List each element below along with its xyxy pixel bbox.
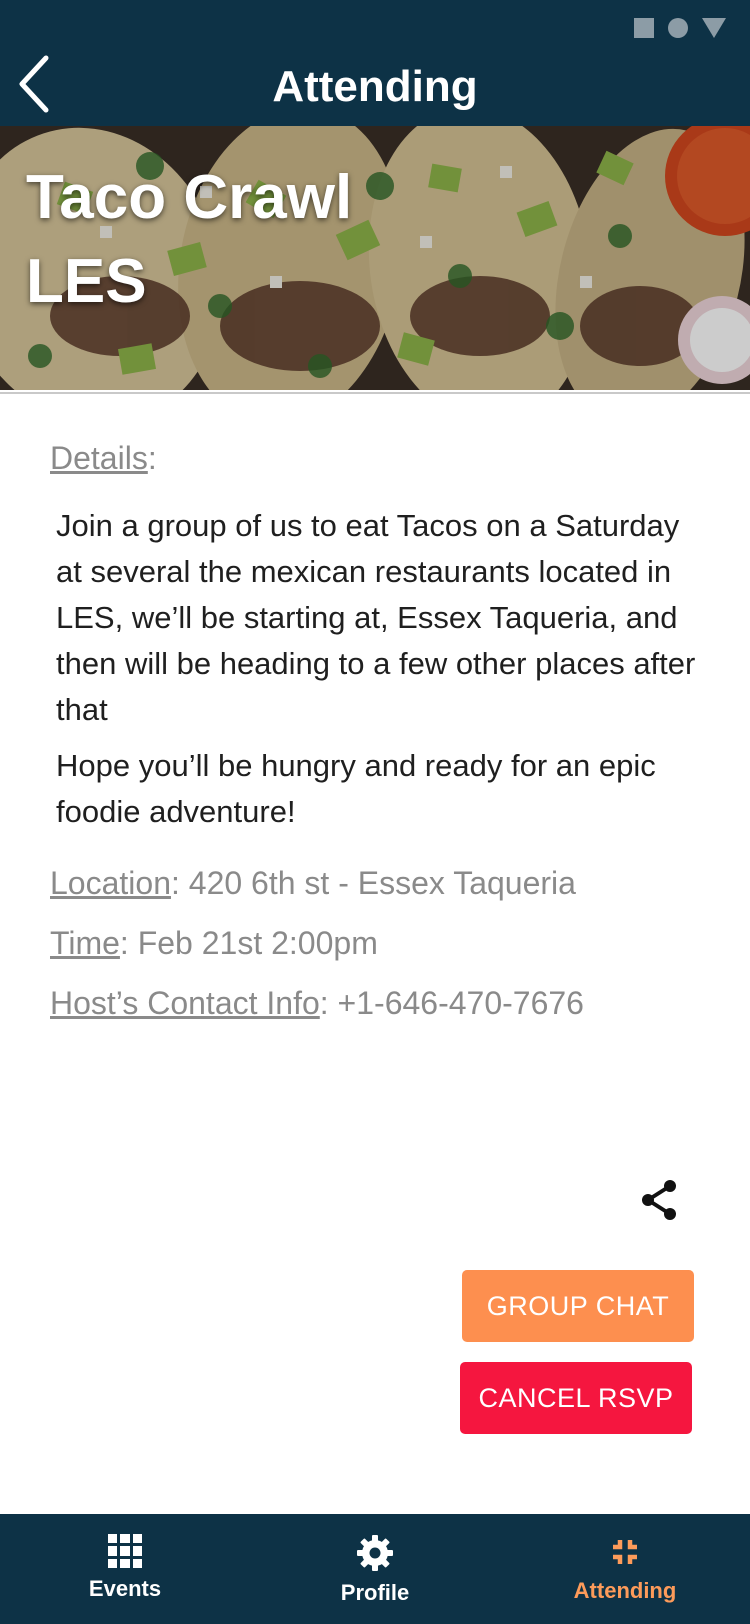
location-row: Location: 420 6th st - Essex Taqueria [50,853,710,913]
nav-label-events: Events [88,1576,162,1601]
compress-icon [613,1540,637,1564]
nav-label-profile: Profile [340,1580,410,1605]
nav-label-attending: Attending [573,1578,677,1603]
host-contact-label: Host’s Contact Info [50,985,320,1021]
nav-item-events[interactable]: Events [0,1514,250,1624]
share-button[interactable] [638,1178,682,1222]
stop-icon [634,18,654,38]
time-value: : Feb 21st 2:00pm [119,925,378,961]
time-row: Time: Feb 21st 2:00pm [50,913,710,973]
share-icon [642,1180,676,1220]
nav-item-profile[interactable]: Profile [250,1514,500,1624]
time-label: Time [50,925,120,961]
nav-item-attending[interactable]: Attending [500,1514,750,1624]
event-title-line2: LES [26,247,147,316]
description-paragraph: Join a group of us to eat Tacos on a Sat… [56,508,696,727]
cancel-rsvp-button[interactable]: CANCEL RSVP [460,1362,692,1434]
location-label: Location [50,865,171,901]
details-colon: : [147,440,157,476]
event-title: Taco Crawl LES [26,156,446,324]
event-description: Join a group of us to eat Tacos on a Sat… [56,503,710,835]
home-circle-icon [668,18,688,38]
bottom-navigation: Events Profile Attending [0,1514,750,1624]
group-chat-button[interactable]: GROUP CHAT [462,1270,694,1342]
event-title-line1: Taco Crawl [26,163,353,232]
host-contact-value: : +1-646-470-7676 [319,985,584,1021]
gear-icon [357,1535,393,1571]
top-app-bar: Attending [0,0,750,126]
location-value: : 420 6th st - Essex Taqueria [170,865,576,901]
description-paragraph: Hope you’ll be hungry and ready for an e… [56,748,656,829]
event-hero-image: Taco Crawl LES [0,126,750,390]
details-label: Details [50,440,148,476]
grid-icon [108,1534,142,1568]
event-details: Details: Join a group of us to eat Tacos… [50,440,710,1033]
page-title: Attending [272,62,478,111]
back-triangle-icon [702,18,726,38]
divider [0,392,750,394]
event-info: Location: 420 6th st - Essex Taqueria Ti… [50,853,710,1033]
host-contact-row: Host’s Contact Info: +1-646-470-7676 [50,973,710,1033]
status-bar-icons [634,18,726,38]
details-heading: Details: [50,440,710,477]
